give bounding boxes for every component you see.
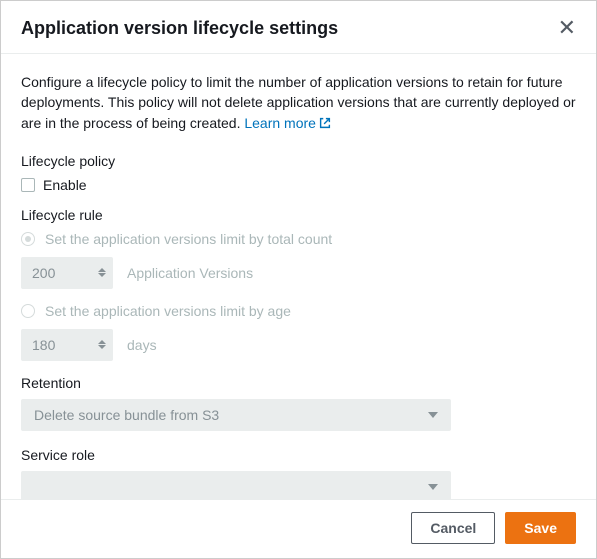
description-text: Configure a lifecycle policy to limit th… bbox=[21, 72, 576, 135]
service-role-label: Service role bbox=[21, 447, 576, 463]
enable-checkbox[interactable] bbox=[21, 178, 35, 192]
enable-row: Enable bbox=[21, 177, 576, 193]
close-icon: ✕ bbox=[558, 15, 576, 40]
chevron-up-icon bbox=[98, 340, 106, 344]
dialog-content: Configure a lifecycle policy to limit th… bbox=[1, 54, 596, 529]
retention-select[interactable]: Delete source bundle from S3 bbox=[21, 399, 451, 431]
count-input[interactable]: 200 bbox=[21, 257, 113, 289]
caret-down-icon bbox=[428, 484, 438, 490]
enable-label: Enable bbox=[43, 177, 87, 193]
learn-more-text: Learn more bbox=[244, 115, 316, 131]
lifecycle-policy-label: Lifecycle policy bbox=[21, 153, 576, 169]
dialog-footer: Cancel Save bbox=[1, 499, 596, 558]
age-input-row: 180 days bbox=[21, 329, 576, 361]
close-button[interactable]: ✕ bbox=[558, 17, 576, 39]
lifecycle-rule-label: Lifecycle rule bbox=[21, 207, 576, 223]
retention-label: Retention bbox=[21, 375, 576, 391]
age-value: 180 bbox=[32, 337, 55, 353]
external-link-icon bbox=[318, 115, 332, 135]
chevron-up-icon bbox=[98, 268, 106, 272]
age-input[interactable]: 180 bbox=[21, 329, 113, 361]
age-stepper[interactable] bbox=[98, 340, 106, 349]
chevron-down-icon bbox=[98, 273, 106, 277]
rule-by-age-radio[interactable] bbox=[21, 304, 35, 318]
rule-by-count-radio[interactable] bbox=[21, 232, 35, 246]
dialog-header: Application version lifecycle settings ✕ bbox=[1, 1, 596, 54]
retention-value: Delete source bundle from S3 bbox=[34, 407, 219, 423]
learn-more-link[interactable]: Learn more bbox=[244, 115, 332, 131]
age-unit: days bbox=[127, 337, 157, 353]
count-unit: Application Versions bbox=[127, 265, 253, 281]
rule-by-age-label: Set the application versions limit by ag… bbox=[45, 303, 291, 319]
caret-down-icon bbox=[428, 412, 438, 418]
count-value: 200 bbox=[32, 265, 55, 281]
dialog-title: Application version lifecycle settings bbox=[21, 18, 338, 39]
rule-by-count-row: Set the application versions limit by to… bbox=[21, 231, 576, 247]
count-input-row: 200 Application Versions bbox=[21, 257, 576, 289]
rule-by-age-row: Set the application versions limit by ag… bbox=[21, 303, 576, 319]
rule-by-count-label: Set the application versions limit by to… bbox=[45, 231, 332, 247]
save-button[interactable]: Save bbox=[505, 512, 576, 544]
count-stepper[interactable] bbox=[98, 268, 106, 277]
cancel-button[interactable]: Cancel bbox=[411, 512, 495, 544]
chevron-down-icon bbox=[98, 345, 106, 349]
